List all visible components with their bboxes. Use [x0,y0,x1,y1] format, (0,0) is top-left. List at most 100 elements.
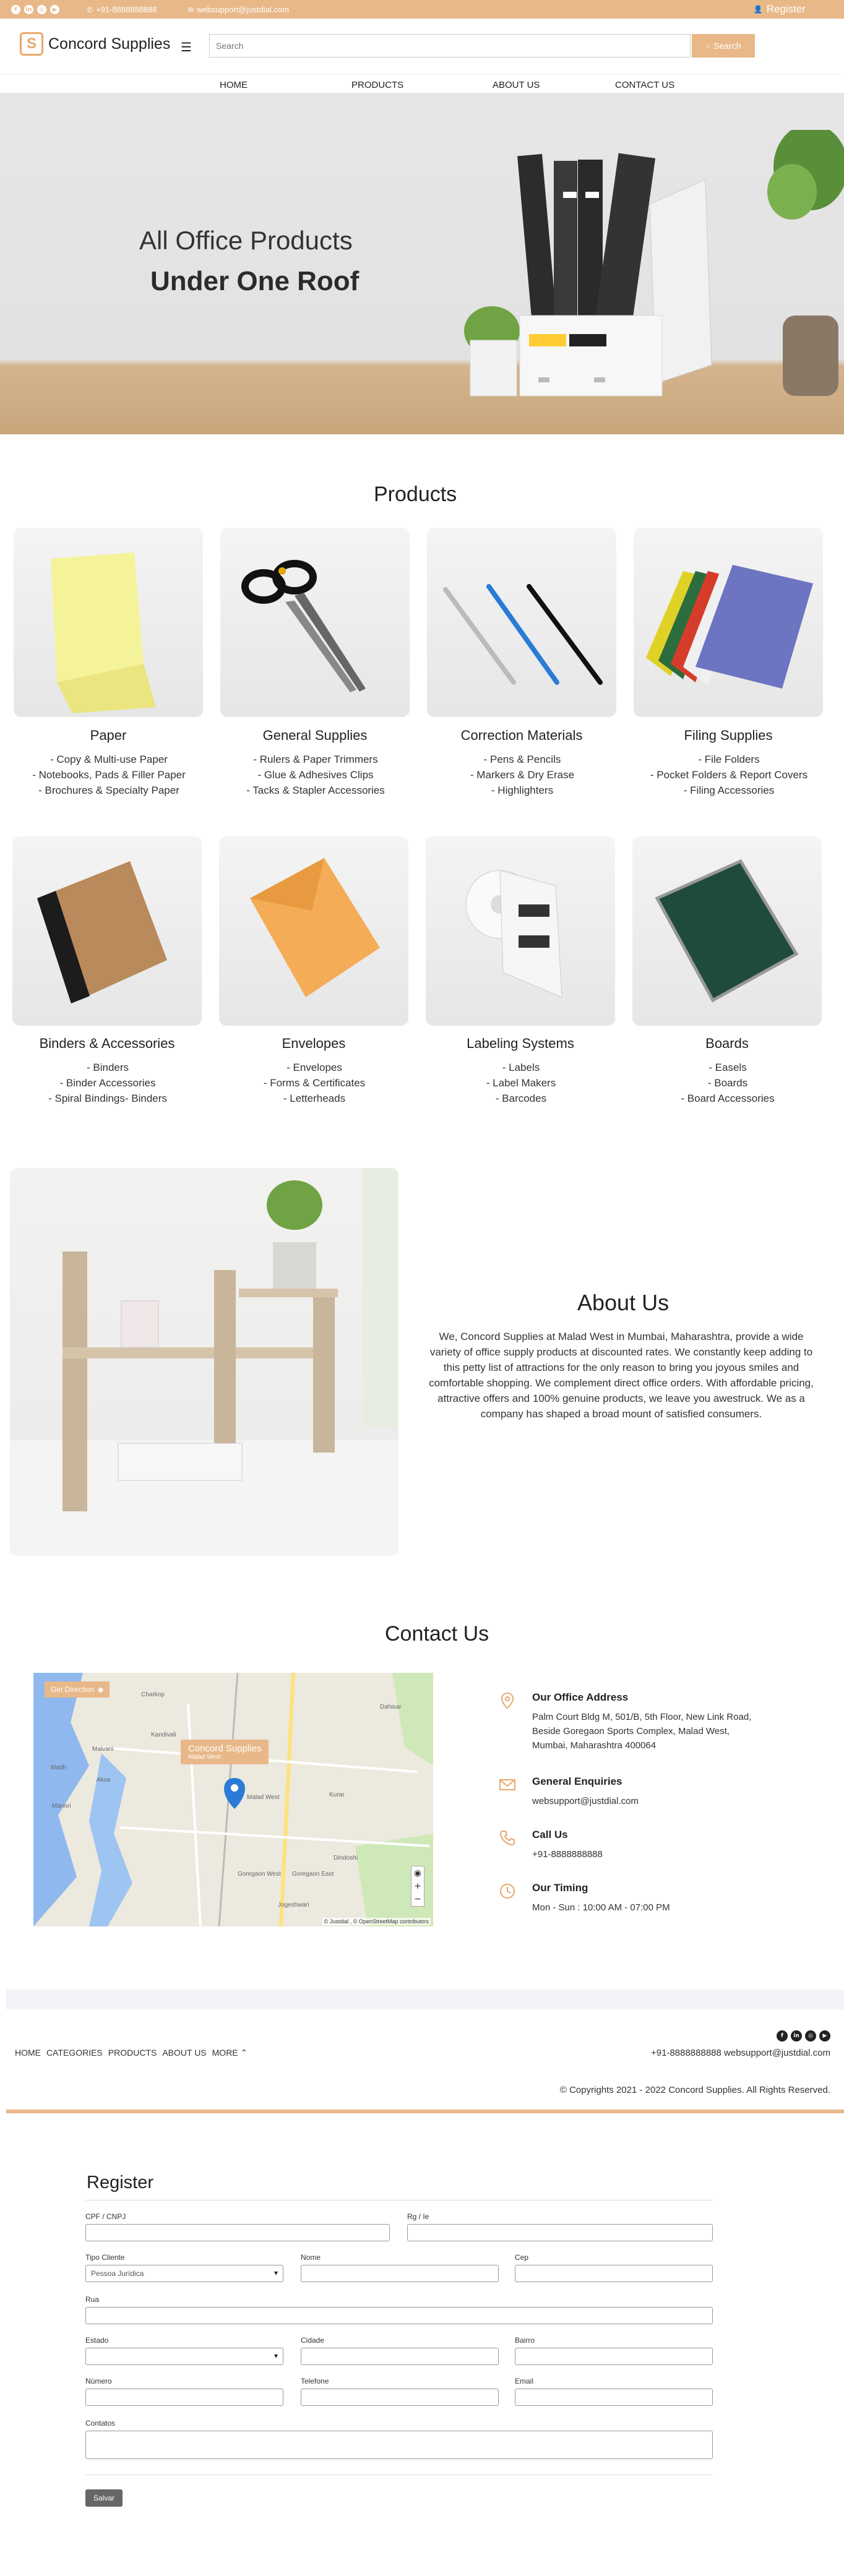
enquiries-title: General Enquiries [532,1775,622,1787]
product-name-correction-materials[interactable]: Correction Materials [427,728,616,744]
search-input[interactable] [209,34,691,58]
binder-image [37,861,167,1003]
address-title: Our Office Address [532,1691,629,1703]
map-label: Madh [51,1764,67,1771]
product-line: - Markers & Dry Erase [470,769,575,781]
enquiries-email[interactable]: websupport@justdial.com [532,1794,639,1808]
product-image-general-supplies[interactable] [220,528,410,717]
nav-home[interactable]: HOME [220,80,248,90]
map-label: Aksa [97,1777,111,1784]
map-place-card: Concord Supplies Malad West [181,1740,269,1764]
zoom-in-icon[interactable]: + [414,1881,421,1891]
product-name-envelopes[interactable]: Envelopes [219,1036,408,1052]
nome-input[interactable] [301,2265,499,2282]
cep-input[interactable] [515,2265,713,2282]
product-name-filing-supplies[interactable]: Filing Supplies [634,728,823,744]
youtube-icon[interactable]: ▶ [819,2030,830,2041]
product-line: - File Folders [698,753,760,765]
zoom-out-icon[interactable]: − [414,1894,421,1904]
footer-nav-more[interactable]: MORE ⌃ [212,2048,248,2058]
instagram-icon[interactable]: ◎ [37,5,46,14]
footer-nav-products[interactable]: PRODUCTS [108,2048,157,2058]
search-button[interactable]: ⌕ Search [692,34,755,58]
product-image-correction-materials[interactable] [427,528,616,717]
salvar-button[interactable]: Salvar [85,2489,123,2507]
topbar-email[interactable]: ✉ websupport@justdial.com [187,5,289,14]
linkedin-icon[interactable]: in [791,2030,802,2041]
about-image [10,1168,398,1556]
contatos-textarea[interactable] [85,2431,713,2459]
desk-shelf-image [10,1168,398,1556]
map-label: Charkop [141,1691,165,1698]
tipo-cliente-select[interactable]: Pessoa Jurídica [85,2265,283,2282]
map-label: Malvani [92,1746,114,1753]
instagram-icon[interactable]: ◎ [805,2030,816,2041]
address-line: Beside Goregaon Sports Complex, Malad We… [532,1726,730,1737]
tipo-cliente-value: Pessoa Jurídica [91,2269,144,2278]
map-zoom-controls: ◉ + − [411,1866,424,1907]
facebook-icon[interactable]: f [11,5,20,14]
hero-line-2: Under One Roof [150,266,360,296]
product-name-binders[interactable]: Binders & Accessories [12,1036,202,1052]
topbar-phone[interactable]: ✆ +91-8888888888 [87,5,157,14]
numero-label: Número [85,2377,112,2385]
product-name-boards[interactable]: Boards [632,1036,822,1052]
product-name-general-supplies[interactable]: General Supplies [220,728,410,744]
footer-nav: HOME CATEGORIES PRODUCTS ABOUT US MORE ⌃ [15,2048,248,2058]
logo[interactable]: S Concord Supplies [20,32,170,56]
product-name-paper[interactable]: Paper [14,728,203,744]
map-label: Goregaon East [292,1871,334,1878]
product-line: - Easels [708,1062,747,1073]
footer-social-links: f in ◎ ▶ [777,2030,830,2041]
cpf-input[interactable] [85,2224,390,2241]
label-roll-image [465,870,562,998]
get-direction-button[interactable]: Get Direction ◆ [45,1681,110,1698]
about-text: We, Concord Supplies at Malad West in Mu… [429,1331,814,1420]
email-text: websupport@justdial.com [197,5,290,14]
youtube-icon[interactable]: ▶ [50,5,59,14]
user-icon: 👤 [753,5,763,14]
product-image-labeling-systems[interactable] [426,836,615,1026]
product-line: - Board Accessories [681,1093,775,1104]
social-links: f in ◎ ▶ [11,5,59,14]
nav-products[interactable]: PRODUCTS [351,80,403,90]
footer-nav-categories[interactable]: CATEGORIES [46,2048,103,2058]
locate-icon[interactable]: ◉ [414,1868,421,1878]
timing-title: Our Timing [532,1882,588,1894]
rua-input[interactable] [85,2307,713,2324]
product-image-binders[interactable] [12,836,202,1026]
estado-select[interactable] [85,2348,283,2365]
product-image-filing-supplies[interactable] [634,528,823,717]
clock-icon [500,1884,515,1899]
envelope-image [250,858,380,997]
telefone-input[interactable] [301,2389,499,2406]
product-image-boards[interactable] [632,836,822,1026]
nav-contact-us[interactable]: CONTACT US [615,80,674,90]
product-name-labeling-systems[interactable]: Labeling Systems [426,1036,615,1052]
numero-input[interactable] [85,2389,283,2406]
menu-icon[interactable]: ☰ [181,40,192,54]
facebook-icon[interactable]: f [777,2030,788,2041]
register-link[interactable]: 👤 Register [754,3,806,15]
map-label: Kandivali [151,1732,176,1738]
hero-office-organizer-image [464,130,844,397]
cidade-input[interactable] [301,2348,499,2365]
footer-nav-home[interactable]: HOME [15,2048,41,2058]
nav-about-us[interactable]: ABOUT US [493,80,540,90]
call-number[interactable]: +91-8888888888 [532,1847,603,1861]
product-line: - Highlighters [491,784,554,796]
contatos-label: Contatos [85,2419,116,2428]
copyright: © Copyrights 2021 - 2022 Concord Supplie… [559,2085,830,2095]
location-map[interactable]: Get Direction ◆ Concord Supplies Malad W… [33,1673,433,1926]
email-input[interactable] [515,2389,713,2406]
product-image-paper[interactable] [14,528,203,717]
linkedin-icon[interactable]: in [24,5,33,14]
map-label: Kurar [329,1792,345,1798]
footer-nav-about-us[interactable]: ABOUT US [162,2048,206,2058]
rg-input[interactable] [407,2224,713,2241]
get-direction-label: Get Direction [51,1685,95,1694]
product-image-envelopes[interactable] [219,836,408,1026]
cidade-label: Cidade [301,2336,325,2345]
product-line: - Labels [502,1062,540,1073]
bairro-input[interactable] [515,2348,713,2365]
